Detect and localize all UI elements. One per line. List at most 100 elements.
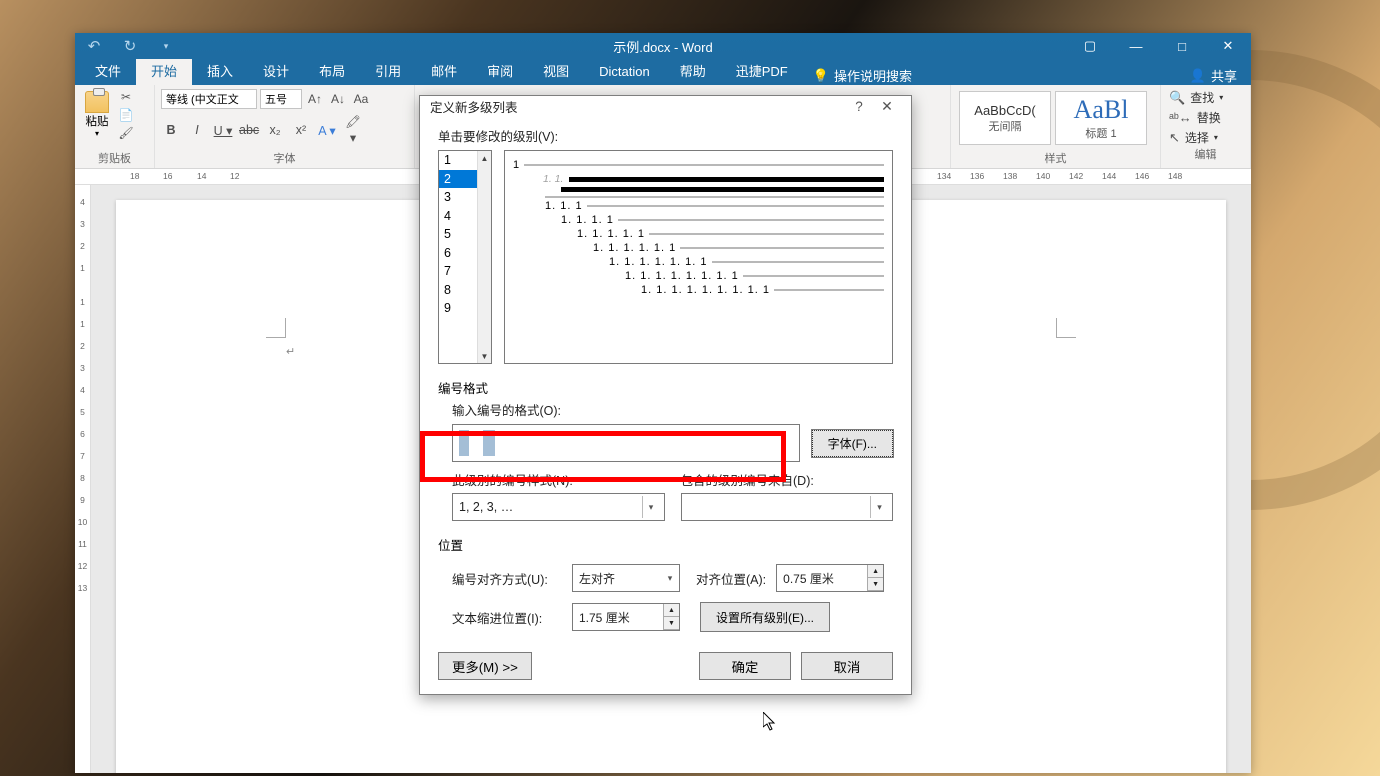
tab-references[interactable]: 引用	[360, 59, 416, 85]
tab-review[interactable]: 审阅	[472, 59, 528, 85]
tab-pdf[interactable]: 迅捷PDF	[721, 59, 803, 85]
superscript-button[interactable]: x²	[291, 123, 311, 137]
share-button[interactable]: 👤 共享	[1176, 66, 1251, 85]
level-scrollbar[interactable]: ▲ ▼	[477, 151, 491, 363]
scroll-up-icon[interactable]: ▲	[478, 151, 491, 165]
tab-help[interactable]: 帮助	[665, 59, 721, 85]
select-button[interactable]: ↖选择▾	[1169, 129, 1242, 146]
tab-view[interactable]: 视图	[528, 59, 584, 85]
ribbon-options-icon[interactable]: ▢	[1067, 33, 1113, 59]
subscript-button[interactable]: x₂	[265, 123, 285, 137]
vr-tick: 5	[80, 407, 85, 417]
tab-insert[interactable]: 插入	[192, 59, 248, 85]
level-listbox[interactable]: 1 2 3 4 5 6 7 8 9 ▲ ▼	[438, 150, 492, 364]
tab-dictation[interactable]: Dictation	[584, 59, 665, 85]
vr-tick: 1	[80, 263, 85, 273]
spin-down-icon[interactable]: ▼	[663, 617, 679, 630]
font-name-select[interactable]: 等线 (中文正文	[161, 89, 257, 109]
include-from-label: 包含的级别编号来自(D):	[681, 470, 894, 489]
ruler-tick: 148	[1168, 171, 1182, 181]
tab-layout[interactable]: 布局	[304, 59, 360, 85]
vertical-ruler[interactable]: 4 3 2 1 1 1 2 3 4 5 6 7 8 9 10 11 12 13	[75, 185, 91, 773]
level-item-1[interactable]: 1	[439, 151, 477, 170]
dialog-close-button[interactable]: ✕	[873, 98, 901, 115]
font-dialog-button[interactable]: 字体(F)...	[812, 430, 893, 457]
align-select[interactable]: 左对齐 ▾	[572, 564, 680, 592]
style-nospacing[interactable]: AaBbCcD( 无间隔	[959, 91, 1051, 145]
level-item-9[interactable]: 9	[439, 299, 477, 318]
strikethrough-button[interactable]: abc	[239, 123, 259, 137]
vr-tick: 6	[80, 429, 85, 439]
minimize-button[interactable]: —	[1113, 33, 1159, 59]
spin-up-icon[interactable]: ▲	[663, 604, 679, 617]
tell-me-box[interactable]: 💡 操作说明搜索	[813, 66, 912, 85]
tab-home[interactable]: 开始	[136, 59, 192, 85]
replace-label: 替换	[1197, 109, 1221, 126]
bold-button[interactable]: B	[161, 123, 181, 137]
prev-num-9: 1. 1. 1. 1. 1. 1. 1. 1. 1	[641, 284, 770, 296]
level-item-5[interactable]: 5	[439, 225, 477, 244]
close-window-button[interactable]: ✕	[1205, 33, 1251, 59]
text-effects-button[interactable]: A ▾	[317, 123, 337, 138]
undo-icon[interactable]: ↶	[83, 36, 105, 56]
tab-mailings[interactable]: 邮件	[416, 59, 472, 85]
level-item-4[interactable]: 4	[439, 207, 477, 226]
number-style-value: 1, 2, 3, …	[459, 500, 513, 514]
style-name2: 标题 1	[1085, 125, 1116, 141]
dialog-help-button[interactable]: ?	[845, 99, 873, 114]
qat-more-icon[interactable]: ▾	[155, 36, 177, 56]
number-style-select[interactable]: 1, 2, 3, … ▾	[452, 493, 665, 521]
prev-num-7: 1. 1. 1. 1. 1. 1. 1	[609, 256, 708, 268]
spin-down-icon[interactable]: ▼	[867, 578, 883, 591]
level-item-2[interactable]: 2	[439, 170, 477, 189]
cut-icon[interactable]: ✂	[117, 89, 135, 105]
level-item-3[interactable]: 3	[439, 188, 477, 207]
maximize-button[interactable]: □	[1159, 33, 1205, 59]
number-format-input[interactable]	[452, 424, 800, 462]
aligned-at-spinner[interactable]: 0.75 厘米 ▲▼	[776, 564, 884, 592]
shrink-font-icon[interactable]: A↓	[328, 90, 348, 108]
style-heading1[interactable]: AaBl 标题 1	[1055, 91, 1147, 145]
indent-spinner[interactable]: 1.75 厘米 ▲▼	[572, 603, 680, 631]
underline-button[interactable]: U ▾	[213, 123, 233, 138]
font-size-select[interactable]: 五号	[260, 89, 302, 109]
window-title: 示例.docx - Word	[613, 37, 712, 56]
highlight-button[interactable]: 🖍▾	[343, 115, 363, 145]
tab-design[interactable]: 设计	[248, 59, 304, 85]
margin-mark-tl	[266, 318, 286, 338]
chevron-down-icon: ▾	[642, 496, 660, 518]
vr-tick: 3	[80, 219, 85, 229]
dialog-titlebar[interactable]: 定义新多级列表 ? ✕	[420, 96, 911, 117]
change-case-icon[interactable]: Aa	[351, 90, 371, 108]
copy-icon[interactable]: 📄	[117, 107, 135, 123]
indent-value: 1.75 厘米	[573, 609, 663, 626]
format-painter-icon[interactable]: 🖌	[117, 125, 135, 141]
ruler-tick: 142	[1069, 171, 1083, 181]
vr-tick: 11	[78, 539, 87, 549]
tab-file[interactable]: 文件	[80, 59, 136, 85]
bulb-icon: 💡	[813, 68, 829, 84]
more-button[interactable]: 更多(M) >>	[438, 652, 532, 680]
dialog-title: 定义新多级列表	[430, 97, 518, 116]
cancel-button[interactable]: 取消	[801, 652, 893, 680]
level-item-8[interactable]: 8	[439, 281, 477, 300]
italic-button[interactable]: I	[187, 123, 207, 137]
scroll-down-icon[interactable]: ▼	[478, 349, 491, 363]
level-item-7[interactable]: 7	[439, 262, 477, 281]
vr-tick: 7	[80, 451, 85, 461]
level-item-6[interactable]: 6	[439, 244, 477, 263]
find-button[interactable]: 🔍查找▾	[1169, 89, 1242, 106]
ruler-tick: 146	[1135, 171, 1149, 181]
redo-icon[interactable]: ↻	[119, 36, 141, 56]
paste-dropdown-icon[interactable]: ▾	[95, 129, 99, 138]
chevron-down-icon: ▾	[661, 567, 679, 589]
set-all-levels-button[interactable]: 设置所有级别(E)...	[700, 602, 830, 632]
spin-up-icon[interactable]: ▲	[867, 565, 883, 578]
paste-button[interactable]: 粘贴 ▾	[81, 89, 113, 140]
ok-button[interactable]: 确定	[699, 652, 791, 680]
grow-font-icon[interactable]: A↑	[305, 90, 325, 108]
replace-button[interactable]: ᵃᵇ↔替换	[1169, 109, 1242, 126]
vr-tick: 13	[78, 583, 87, 593]
share-label: 共享	[1211, 66, 1237, 85]
include-from-select[interactable]: ▾	[681, 493, 894, 521]
